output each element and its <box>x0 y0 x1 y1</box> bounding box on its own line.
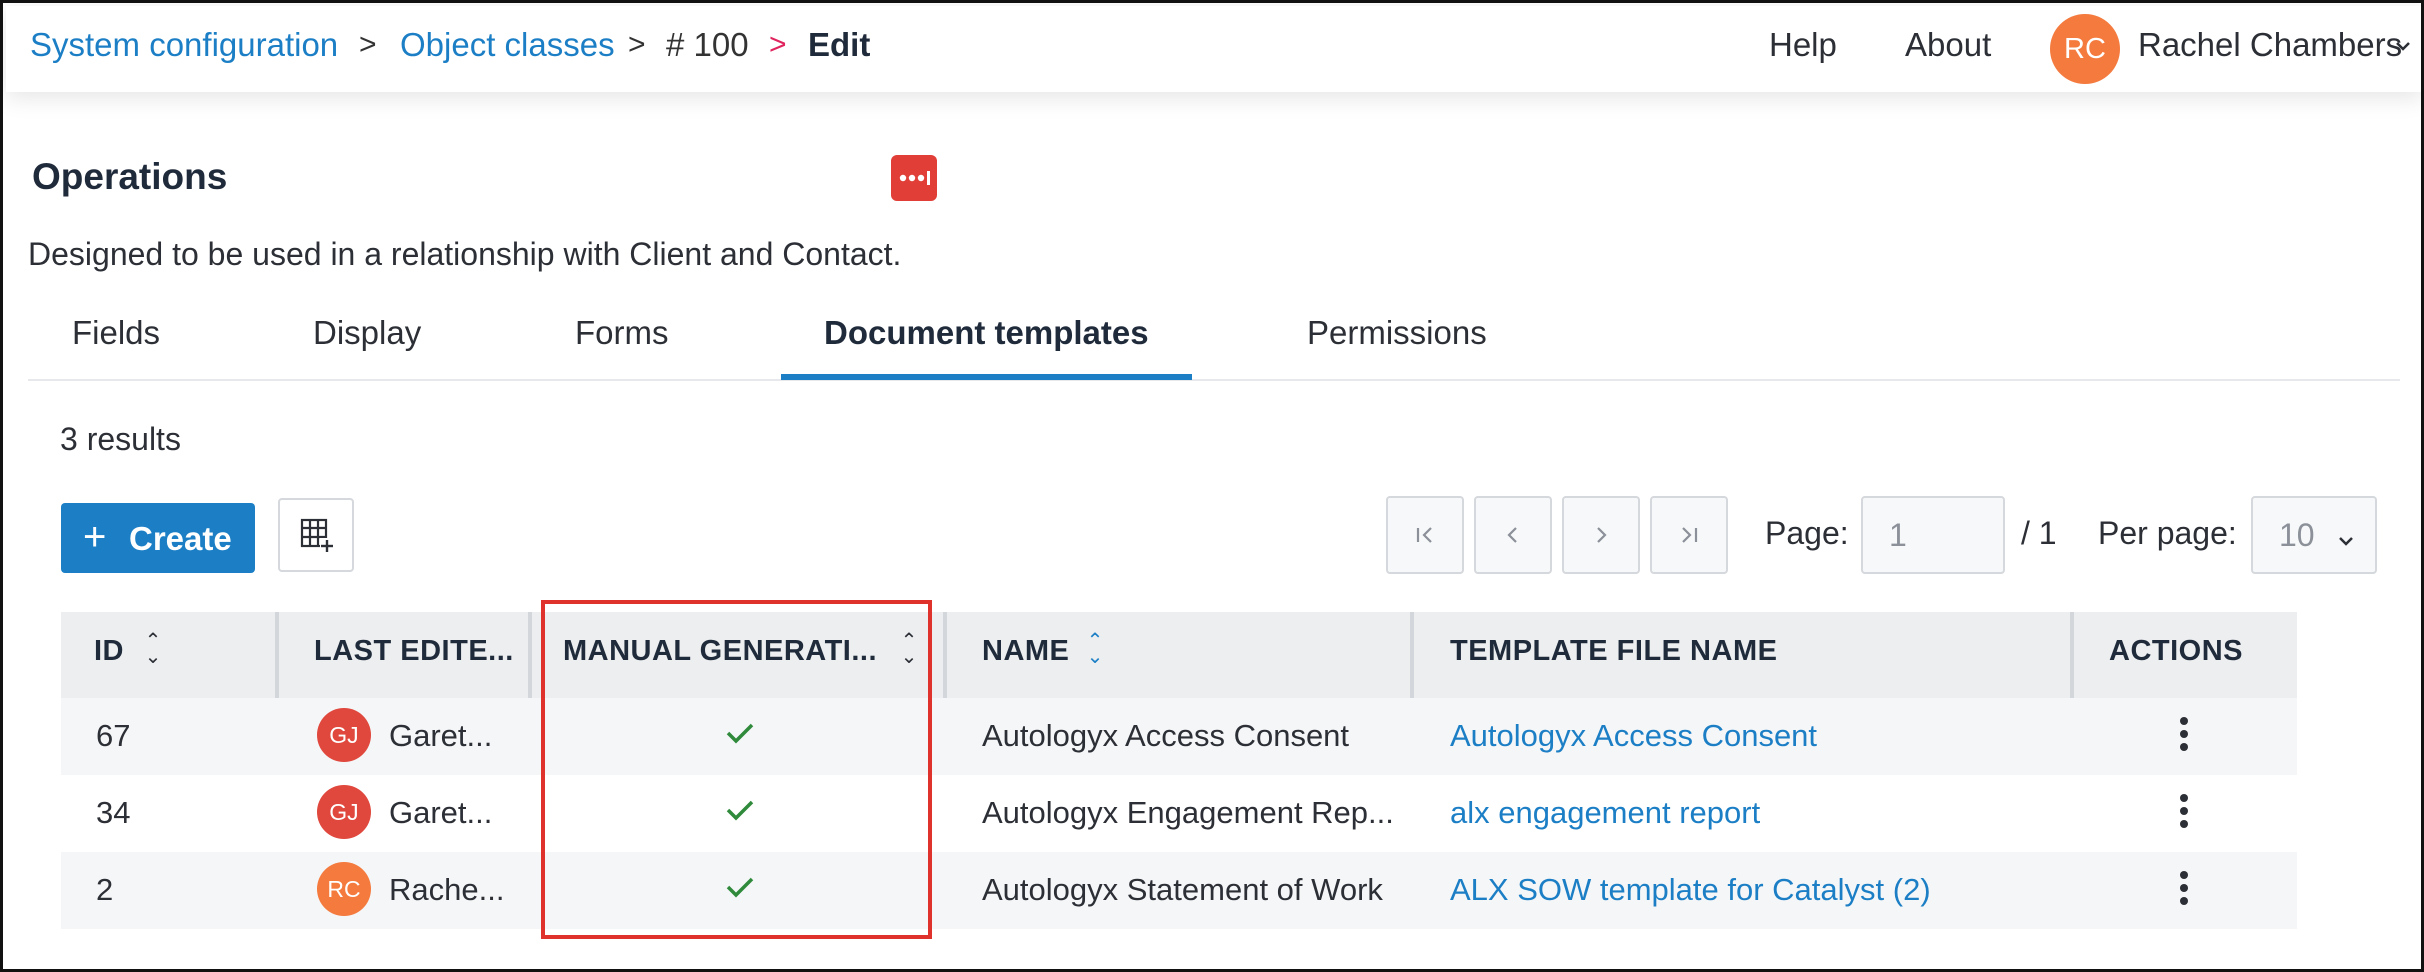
cell-id: 2 <box>96 872 114 907</box>
table-add-column-icon <box>300 518 334 552</box>
column-header-template-file-name[interactable]: TEMPLATE FILE NAME <box>1450 635 1777 668</box>
cell-id: 67 <box>96 718 131 753</box>
user-menu[interactable]: Rachel Chambers <box>2138 25 2402 65</box>
avatar: GJ <box>317 785 371 839</box>
create-button-label: Create <box>129 520 232 557</box>
column-header-actions: ACTIONS <box>2109 635 2243 667</box>
column-resize-handle[interactable] <box>275 612 279 698</box>
cell-last-edited: Garet... <box>389 795 493 830</box>
tab-permissions[interactable]: Permissions <box>1307 313 1487 353</box>
total-pages: / 1 <box>2021 515 2057 551</box>
previous-page-button[interactable] <box>1474 496 1552 574</box>
about-link[interactable]: About <box>1905 25 1991 65</box>
check-icon <box>726 877 754 898</box>
check-icon <box>726 800 754 821</box>
column-header-name[interactable]: NAME <box>982 635 1069 668</box>
row-actions-icon[interactable] <box>2180 717 2190 756</box>
last-page-icon <box>1682 527 1698 543</box>
row-actions-icon[interactable] <box>2180 871 2190 910</box>
help-link[interactable]: Help <box>1769 25 1837 65</box>
sort-ascending-icon[interactable]: ⌃ ⌄ <box>1086 631 1104 667</box>
cell-last-edited: Garet... <box>389 718 493 753</box>
results-count: 3 results <box>60 421 181 457</box>
cell-name: Autologyx Access Consent <box>982 718 1350 753</box>
breadcrumb-separator-icon: > <box>628 28 646 61</box>
tab-fields[interactable]: Fields <box>72 313 160 353</box>
page-number-input[interactable]: 1 <box>1861 496 2005 574</box>
breadcrumb-current: Edit <box>808 26 871 63</box>
per-page-select[interactable]: 10 <box>2251 496 2377 574</box>
breadcrumb-record-id[interactable]: # 100 <box>666 25 749 65</box>
more-options-icon[interactable] <box>891 155 937 201</box>
template-file-link[interactable]: Autologyx Access Consent <box>1450 718 1817 754</box>
chevron-down-icon <box>2339 537 2353 546</box>
next-page-button[interactable] <box>1562 496 1640 574</box>
per-page-value: 10 <box>2279 517 2315 553</box>
check-icon <box>726 723 754 744</box>
page-label: Page: <box>1765 515 1849 551</box>
breadcrumb-separator-icon: > <box>359 28 377 61</box>
first-page-icon <box>1416 527 1432 543</box>
cell-name: Autologyx Statement of Work <box>982 872 1383 907</box>
user-avatar[interactable]: RC <box>2050 14 2120 84</box>
column-resize-handle[interactable] <box>528 612 532 698</box>
chevron-down-icon[interactable] <box>2394 39 2412 53</box>
row-actions-icon[interactable] <box>2180 794 2190 833</box>
column-header-manual-generation[interactable]: MANUAL GENERATI... <box>563 635 877 668</box>
sort-icon[interactable]: ⌃ ⌄ <box>900 631 918 667</box>
sort-icon[interactable]: ⌃ ⌄ <box>144 631 162 667</box>
avatar: GJ <box>317 708 371 762</box>
breadcrumb-system-configuration[interactable]: System configuration <box>30 25 338 65</box>
template-file-link[interactable]: alx engagement report <box>1450 795 1760 831</box>
per-page-label: Per page: <box>2098 515 2237 551</box>
cell-name: Autologyx Engagement Rep... <box>982 795 1394 830</box>
last-page-button[interactable] <box>1650 496 1728 574</box>
chevron-left-icon <box>1507 527 1517 543</box>
plus-icon: + <box>83 515 107 559</box>
template-file-link[interactable]: ALX SOW template for Catalyst (2) <box>1450 872 1931 908</box>
avatar: RC <box>317 862 371 916</box>
breadcrumb-object-classes[interactable]: Object classes <box>400 25 615 65</box>
column-settings-button[interactable] <box>278 498 354 572</box>
tab-forms[interactable]: Forms <box>575 313 669 353</box>
column-resize-handle[interactable] <box>1410 612 1414 698</box>
chevron-right-icon <box>1597 527 1607 543</box>
column-resize-handle[interactable] <box>2070 612 2074 698</box>
create-button[interactable]: + Create <box>61 503 255 573</box>
active-tab-indicator <box>781 374 1192 380</box>
column-header-last-edited[interactable]: LAST EDITE... <box>314 635 514 668</box>
tab-document-templates[interactable]: Document templates <box>824 313 1149 353</box>
column-resize-handle[interactable] <box>943 612 947 698</box>
tabs-divider <box>28 379 2400 381</box>
page-description: Designed to be used in a relationship wi… <box>28 236 902 272</box>
column-header-id[interactable]: ID <box>94 635 124 668</box>
page-title: Operations <box>32 156 228 197</box>
tab-display[interactable]: Display <box>313 313 421 353</box>
first-page-button[interactable] <box>1386 496 1464 574</box>
cell-last-edited: Rache... <box>389 872 505 907</box>
breadcrumb-separator-icon: > <box>769 28 787 61</box>
cell-id: 34 <box>96 795 131 830</box>
app-window: System configuration > Object classes > … <box>0 0 2424 972</box>
